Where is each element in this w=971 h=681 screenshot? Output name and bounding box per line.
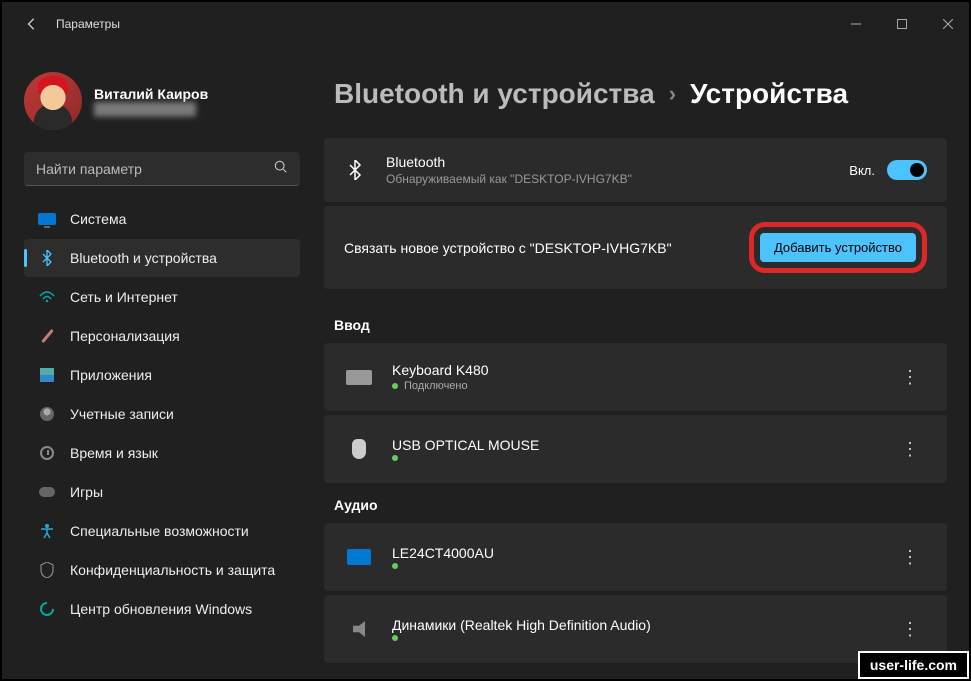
device-row[interactable]: USB OPTICAL MOUSE ⋮	[324, 415, 947, 483]
main-content: Bluetooth и устройства › Устройства Blue…	[310, 48, 971, 681]
bluetooth-toggle[interactable]	[887, 160, 927, 180]
window-controls	[833, 8, 971, 40]
speaker-icon	[353, 621, 365, 637]
device-name: LE24CT4000AU	[392, 545, 875, 561]
minimize-button[interactable]	[833, 8, 879, 40]
avatar	[24, 72, 82, 130]
bluetooth-title: Bluetooth	[386, 154, 829, 170]
add-device-button[interactable]: Добавить устройство	[760, 233, 916, 262]
device-status: Подключено	[404, 380, 468, 392]
keyboard-icon	[346, 370, 372, 385]
pair-card: Связать новое устройство с "DESKTOP-IVHG…	[324, 206, 947, 289]
clock-icon	[40, 446, 54, 460]
maximize-button[interactable]	[879, 8, 925, 40]
status-dot-icon	[392, 563, 398, 569]
app-title: Параметры	[56, 17, 120, 31]
profile-name: Виталий Каиров	[94, 86, 208, 102]
search-icon	[274, 160, 288, 177]
watermark: user-life.com	[858, 651, 969, 679]
sidebar-item-accessibility[interactable]: Специальные возможности	[24, 512, 300, 550]
search-input[interactable]	[36, 161, 274, 177]
arrow-left-icon	[25, 17, 39, 31]
more-button[interactable]: ⋮	[895, 547, 925, 568]
breadcrumb-parent[interactable]: Bluetooth и устройства	[334, 78, 655, 110]
sidebar-item-update[interactable]: Центр обновления Windows	[24, 590, 300, 628]
profile-email: ████████████	[94, 102, 208, 116]
sidebar-item-personalization[interactable]: Персонализация	[24, 317, 300, 355]
sidebar-item-games[interactable]: Игры	[24, 473, 300, 511]
add-device-highlight: Добавить устройство	[749, 222, 927, 273]
sidebar-item-system[interactable]: Система	[24, 200, 300, 238]
apps-icon	[40, 368, 54, 382]
sidebar-item-label: Система	[70, 211, 126, 227]
device-row[interactable]: Динамики (Realtek High Definition Audio)…	[324, 595, 947, 663]
monitor-icon	[347, 549, 371, 565]
update-icon	[37, 599, 57, 619]
toggle-label: Вкл.	[849, 163, 875, 178]
device-name: USB OPTICAL MOUSE	[392, 437, 875, 453]
sidebar: Виталий Каиров ████████████ Система Blue…	[0, 48, 310, 681]
section-title-audio: Аудио	[334, 497, 947, 513]
more-button[interactable]: ⋮	[895, 439, 925, 460]
titlebar: Параметры	[0, 0, 971, 48]
sidebar-item-label: Учетные записи	[70, 406, 174, 422]
section-title-input: Ввод	[334, 317, 947, 333]
more-button[interactable]: ⋮	[895, 367, 925, 388]
sidebar-item-label: Специальные возможности	[70, 523, 249, 539]
bluetooth-card: Bluetooth Обнаруживаемый как "DESKTOP-IV…	[324, 138, 947, 202]
status-dot-icon	[392, 455, 398, 461]
mouse-icon	[352, 439, 366, 459]
sidebar-item-label: Сеть и Интернет	[70, 289, 178, 305]
page-title: Устройства	[690, 78, 848, 110]
sidebar-item-network[interactable]: Сеть и Интернет	[24, 278, 300, 316]
system-icon	[38, 213, 56, 225]
account-icon	[40, 407, 54, 421]
accessibility-icon	[38, 522, 56, 540]
breadcrumb: Bluetooth и устройства › Устройства	[324, 78, 947, 110]
device-row[interactable]: Keyboard K480 Подключено ⋮	[324, 343, 947, 411]
shield-icon	[38, 561, 56, 579]
wifi-icon	[38, 288, 56, 306]
sidebar-item-privacy[interactable]: Конфиденциальность и защита	[24, 551, 300, 589]
pair-text: Связать новое устройство с "DESKTOP-IVHG…	[344, 240, 729, 256]
sidebar-item-label: Приложения	[70, 367, 152, 383]
sidebar-item-accounts[interactable]: Учетные записи	[24, 395, 300, 433]
close-button[interactable]	[925, 8, 971, 40]
device-row[interactable]: LE24CT4000AU ⋮	[324, 523, 947, 591]
brush-icon	[41, 329, 54, 343]
bluetooth-subtitle: Обнаруживаемый как "DESKTOP-IVHG7KB"	[386, 172, 829, 186]
sidebar-item-label: Bluetooth и устройства	[70, 250, 217, 266]
search-box[interactable]	[24, 152, 300, 186]
sidebar-item-label: Персонализация	[70, 328, 180, 344]
sidebar-item-apps[interactable]: Приложения	[24, 356, 300, 394]
sidebar-item-bluetooth[interactable]: Bluetooth и устройства	[24, 239, 300, 277]
nav: Система Bluetooth и устройства Сеть и Ин…	[18, 200, 306, 628]
device-name: Keyboard K480	[392, 362, 875, 378]
sidebar-item-label: Центр обновления Windows	[70, 601, 252, 617]
sidebar-item-label: Конфиденциальность и защита	[70, 562, 275, 578]
sidebar-item-label: Игры	[70, 484, 103, 500]
back-button[interactable]	[16, 8, 48, 40]
profile-block[interactable]: Виталий Каиров ████████████	[18, 56, 306, 148]
bluetooth-icon	[38, 249, 56, 267]
status-dot-icon	[392, 635, 398, 641]
more-button[interactable]: ⋮	[895, 619, 925, 640]
bluetooth-icon	[344, 159, 366, 181]
status-dot-icon	[392, 383, 398, 389]
sidebar-item-time[interactable]: Время и язык	[24, 434, 300, 472]
gamepad-icon	[39, 487, 55, 497]
chevron-right-icon: ›	[669, 81, 676, 107]
sidebar-item-label: Время и язык	[70, 445, 158, 461]
device-name: Динамики (Realtek High Definition Audio)	[392, 617, 875, 633]
